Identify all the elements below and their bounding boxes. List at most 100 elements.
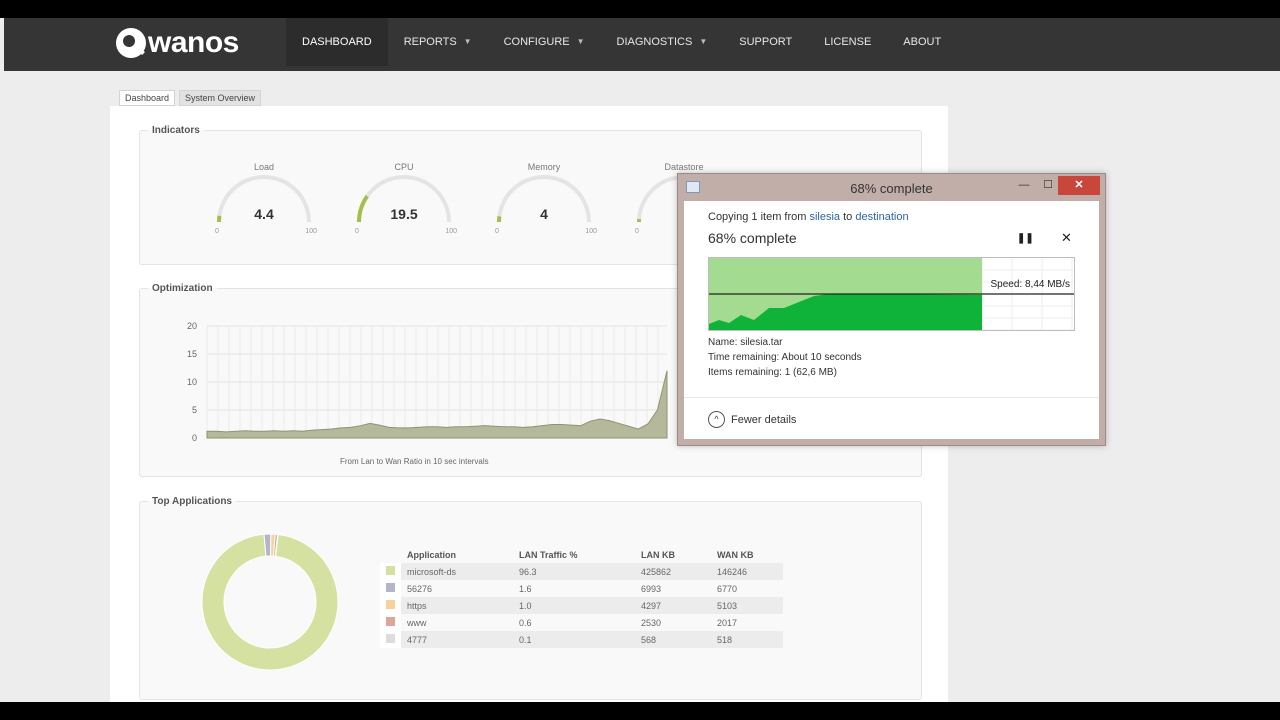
legend-swatch-cell (380, 631, 401, 648)
nav-about[interactable]: ABOUT (887, 18, 957, 66)
column-header[interactable]: LAN Traffic % (513, 547, 635, 563)
speed-graph-svg (709, 258, 1074, 330)
gauge-value: 4.4 (254, 206, 274, 222)
nav-dashboard[interactable]: DASHBOARD (286, 18, 388, 66)
cell-wan: 518 (711, 631, 783, 648)
nav-label: DASHBOARD (302, 36, 372, 48)
logo-text: wanos (148, 26, 239, 59)
percent-complete: 68% complete (708, 230, 797, 246)
optimization-legend: Optimization (152, 283, 213, 294)
cell-lan: 4297 (635, 597, 711, 614)
legend-swatch (386, 600, 395, 609)
table-row[interactable]: 56276 1.6 6993 6770 (380, 580, 783, 597)
legend-swatch (386, 634, 395, 643)
column-header[interactable]: LAN KB (635, 547, 711, 563)
destination-link[interactable]: destination (855, 211, 908, 223)
minimize-button[interactable]: — (1012, 176, 1036, 195)
gauge-max: 100 (445, 228, 457, 235)
wanos-logo[interactable]: wanos (116, 26, 239, 60)
gauge-min: 0 (215, 228, 219, 235)
cell-wan: 146246 (711, 563, 783, 580)
nav-configure[interactable]: CONFIGURE ▼ (488, 18, 601, 66)
pause-icon[interactable]: ❚❚ (1017, 233, 1034, 244)
top-navigation: wanos DASHBOARD REPORTS ▼ CONFIGURE ▼ DIAGNOS… (4, 18, 1280, 71)
nav-license[interactable]: LICENSE (808, 18, 887, 66)
y-tick-label: 20 (187, 321, 197, 331)
nav-diagnostics[interactable]: DIAGNOSTICS ▼ (601, 18, 724, 66)
cell-wan: 6770 (717, 583, 738, 594)
optimization-caption: From Lan to Wan Ratio in 10 sec interval… (340, 457, 489, 466)
nav-label: ABOUT (903, 36, 942, 48)
optimization-chart: 20 15 10 5 0 (187, 321, 668, 443)
optimization-area (206, 370, 668, 439)
file-name: Name: silesia.tar (708, 337, 783, 348)
legend-swatch-cell (380, 580, 401, 597)
cell-wan: 2017 (717, 617, 738, 628)
table-row[interactable]: microsoft-ds 96.3 425862 146246 (380, 563, 783, 580)
nav-label: REPORTS (403, 36, 457, 48)
fewer-details-button[interactable]: ^ Fewer details (708, 411, 796, 428)
nav-support[interactable]: SUPPORT (723, 18, 808, 66)
cell-app: https (401, 597, 513, 614)
to-word: to (840, 211, 856, 223)
gauge-min: 0 (495, 228, 499, 235)
table-row[interactable]: https 1.0 4297 5103 (380, 597, 783, 614)
top-applications-donut (201, 533, 339, 671)
dialog-body: Copying 1 item from silesia to destinati… (684, 201, 1099, 439)
close-window-button[interactable]: ✕ (1058, 176, 1100, 195)
cell-app: www (407, 617, 427, 628)
tab-system-overview[interactable]: System Overview (179, 90, 262, 106)
legend-swatch-cell (380, 563, 401, 580)
legend-swatch (386, 566, 395, 575)
column-header[interactable]: WAN KB (711, 547, 783, 563)
gauge-cpu: CPU 19.5 0 100 (349, 162, 459, 252)
column-header[interactable]: Application (401, 547, 513, 563)
dialog-titlebar[interactable]: 68% complete — ☐ ✕ (678, 174, 1105, 201)
y-tick-label: 15 (187, 349, 197, 359)
copy-status-line: Copying 1 item from silesia to destinati… (708, 211, 909, 223)
nav-label: CONFIGURE (503, 36, 570, 48)
legend-swatch-cell (380, 614, 401, 631)
cell-pct: 0.1 (513, 631, 635, 648)
gauge-max: 100 (585, 228, 597, 235)
divider (684, 397, 1099, 398)
gauge-label: CPU (394, 162, 414, 172)
transfer-speed-graph: Speed: 8,44 MB/s (708, 257, 1075, 331)
fewer-details-label: Fewer details (731, 413, 797, 426)
cell-lan: 568 (635, 631, 711, 648)
gauge-value: 19.5 (390, 206, 418, 222)
nav-label: SUPPORT (739, 36, 793, 48)
top-applications-legend: Top Applications (152, 496, 232, 507)
cell-wan: 5103 (711, 597, 783, 614)
gauge-min: 0 (635, 228, 639, 235)
main-menu: DASHBOARD REPORTS ▼ CONFIGURE ▼ DIAGNOSTICS ▼ S… (286, 18, 957, 71)
legend-swatch (386, 617, 395, 626)
gauge-label: Load (253, 162, 275, 172)
indicators-legend: Indicators (152, 125, 200, 136)
gauge-value: 4 (540, 206, 548, 222)
swatch-header (380, 547, 401, 563)
tab-dashboard[interactable]: Dashboard (119, 90, 176, 106)
speed-readout: Speed: 8,44 MB/s (990, 279, 1071, 290)
source-link[interactable]: silesia (809, 211, 840, 223)
table-row[interactable]: 4777 0.1 568 518 (380, 631, 783, 648)
cell-app: microsoft-ds (401, 563, 513, 580)
cell-lan: 2530 (641, 617, 662, 628)
nav-reports[interactable]: REPORTS ▼ (388, 18, 488, 66)
y-tick-label: 10 (187, 377, 197, 387)
gauge-max: 100 (305, 228, 317, 235)
close-icon[interactable]: ✕ (1061, 230, 1072, 246)
chevron-down-icon: ▼ (699, 37, 708, 46)
desktop-screen: wanos DASHBOARD REPORTS ▼ CONFIGURE ▼ DIAGNOS… (0, 18, 1280, 702)
gauge-label: Memory (527, 162, 561, 172)
top-applications-section: Top Applications Application LAN Traffic … (139, 496, 922, 700)
table-row[interactable]: www 0.6 2530 2017 (380, 614, 783, 631)
maximize-button[interactable]: ☐ (1036, 176, 1060, 195)
chevron-down-icon: ▼ (463, 37, 472, 46)
nav-label: LICENSE (824, 36, 872, 48)
nav-label: DIAGNOSTICS (616, 36, 693, 48)
gauge-memory: Memory 4 0 100 (489, 162, 599, 252)
gauge-label: Datastore (664, 162, 704, 172)
items-remaining: Items remaining: 1 (62,6 MB) (708, 367, 837, 378)
top-applications-table: Application LAN Traffic % LAN KB WAN KB mic… (380, 547, 783, 648)
